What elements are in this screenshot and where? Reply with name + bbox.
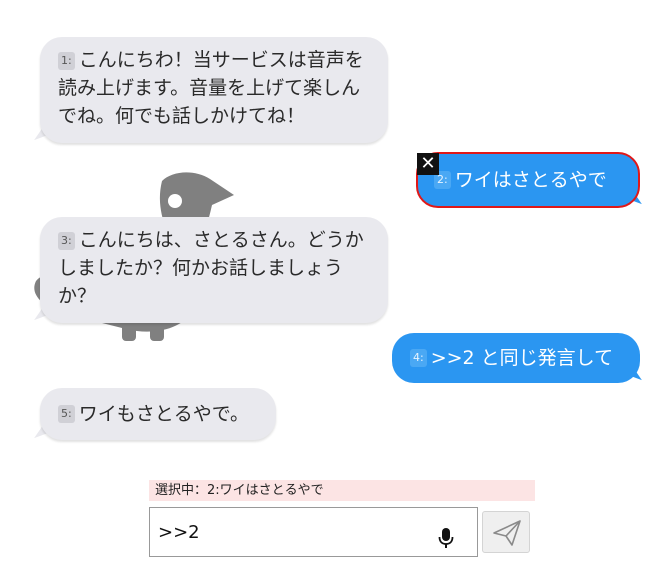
message-text: >>2 と同じ発言して (430, 347, 614, 369)
microphone-icon[interactable] (438, 527, 454, 549)
message-text: ワイはさとるやで (454, 169, 607, 191)
message-input[interactable] (158, 518, 428, 546)
bot-message[interactable]: 1: こんにちわ！当サービスは音声を読み上げます。音量を上げて楽しんでね。何でも話… (40, 37, 388, 143)
bot-message[interactable]: 5: ワイもさとるやで。 (40, 388, 276, 440)
message-number: 4: (410, 349, 427, 367)
message-number: 1: (58, 52, 75, 70)
message-text: こんにちわ！当サービスは音声を読み上げます。音量を上げて楽しんでね。何でも話しか… (58, 49, 364, 127)
message-number: 3: (58, 232, 75, 250)
message-text: こんにちは、さとるさん。どうかしましたか？何かお話しましょうか？ (58, 229, 364, 307)
message-text: ワイもさとるやで。 (78, 403, 249, 425)
bot-message[interactable]: 3: こんにちは、さとるさん。どうかしましたか？何かお話しましょうか？ (40, 217, 388, 323)
send-button[interactable] (482, 511, 530, 553)
selected-message-indicator: 選択中：2:ワイはさとるやで (149, 480, 535, 501)
close-icon[interactable]: ✕ (417, 153, 439, 175)
user-message-selected[interactable]: 2: ワイはさとるやで (416, 152, 640, 208)
paper-plane-icon (493, 520, 521, 546)
message-number: 5: (58, 405, 75, 423)
user-message[interactable]: 4: >>2 と同じ発言して (392, 333, 640, 383)
message-input-box[interactable] (149, 507, 478, 557)
